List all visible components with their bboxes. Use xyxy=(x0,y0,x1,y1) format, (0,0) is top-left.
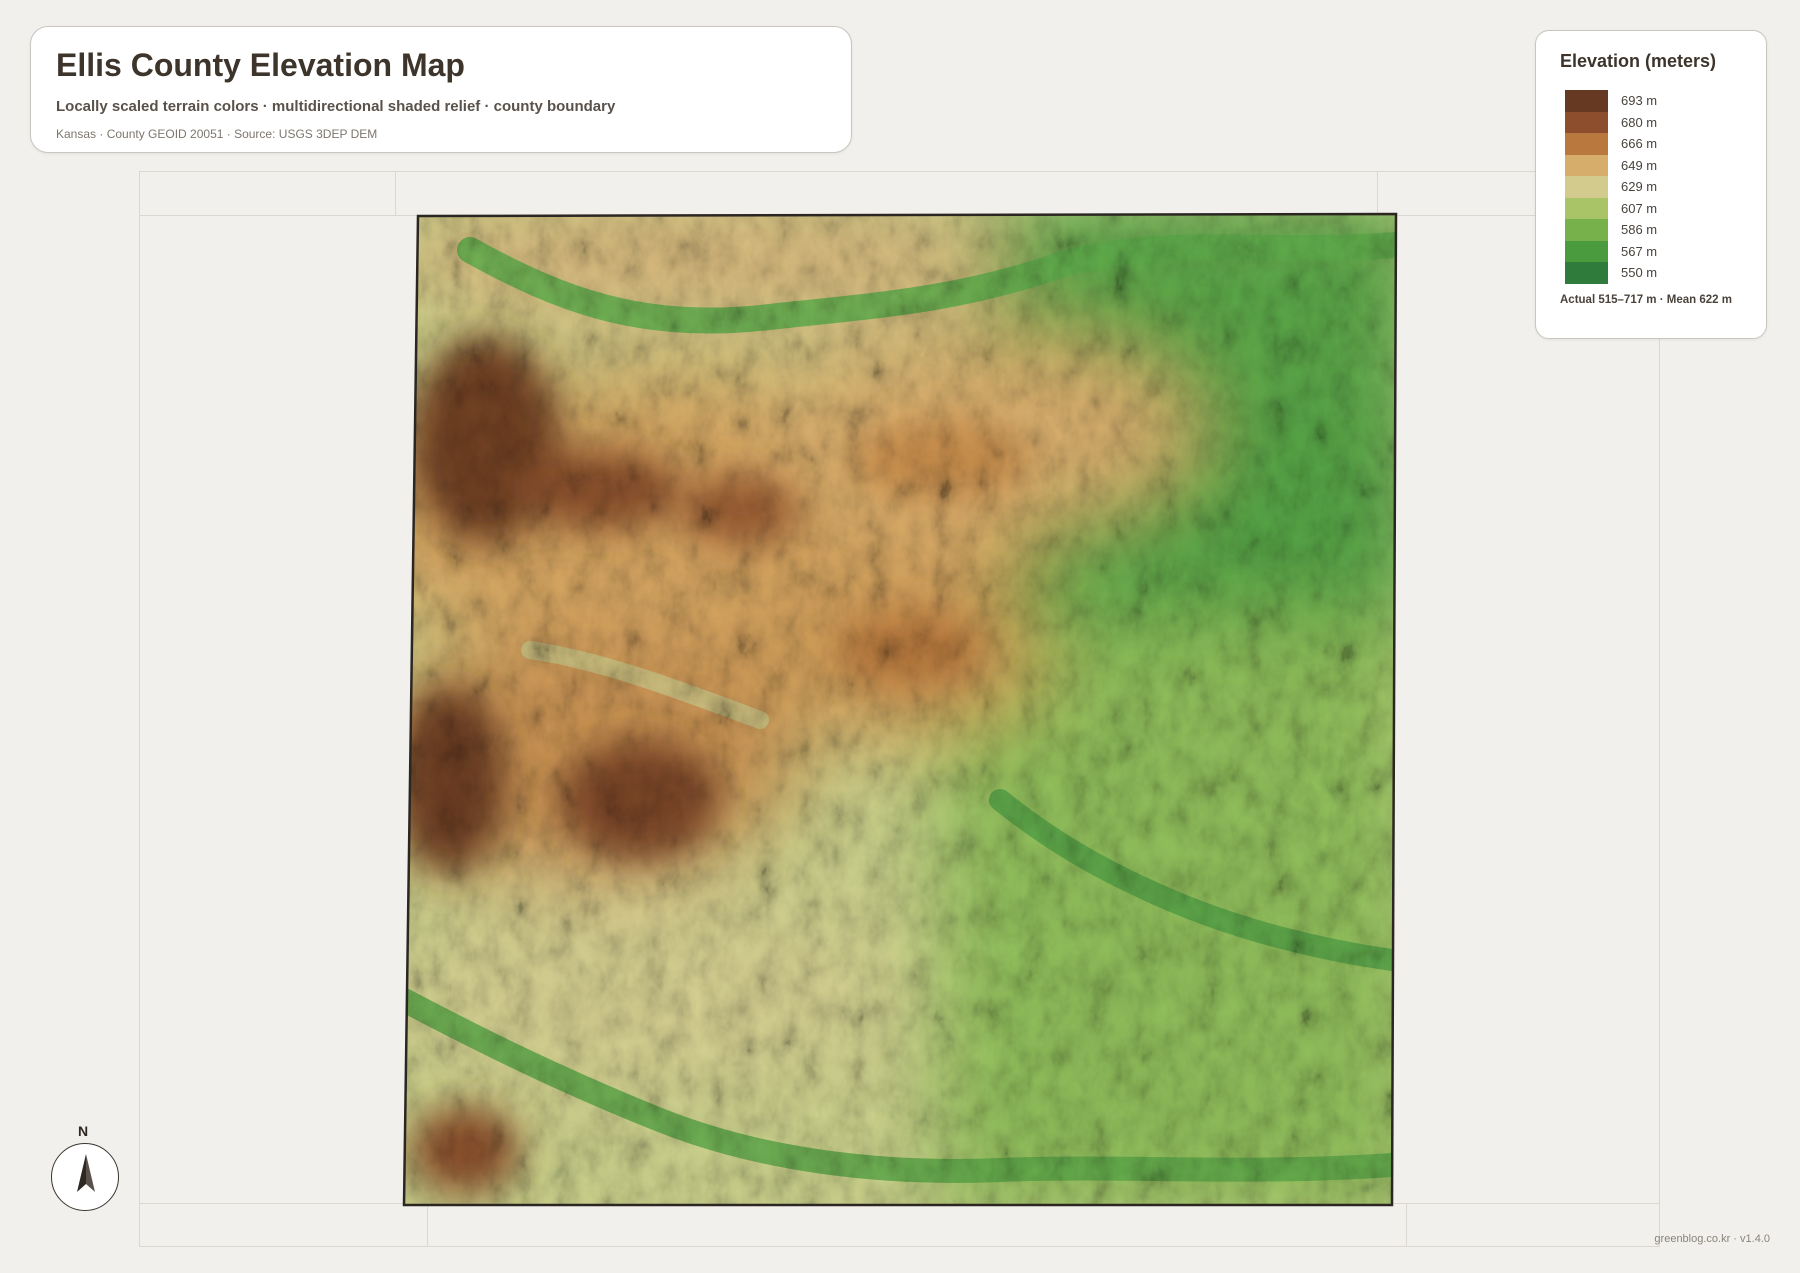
title-card: Ellis County Elevation Map Locally scale… xyxy=(30,26,852,153)
map-source: Kansas · County GEOID 20051 · Source: US… xyxy=(56,127,378,141)
legend-title: Elevation (meters) xyxy=(1560,51,1717,71)
footer-credit: greenblog.co.kr · v1.4.0 xyxy=(1654,1233,1770,1245)
legend-label: 550 m xyxy=(1621,265,1658,280)
legend-label: 693 m xyxy=(1621,93,1658,108)
map-title: Ellis County Elevation Map xyxy=(56,47,465,83)
legend-stats: Actual 515–717 m · Mean 622 m xyxy=(1560,294,1732,306)
elevation-map xyxy=(402,212,1398,1207)
legend-label: 649 m xyxy=(1621,157,1658,173)
legend-swatch xyxy=(1565,240,1608,262)
map-page: Ellis County Elevation Map Locally scale… xyxy=(0,0,1800,1273)
legend-swatch xyxy=(1565,176,1608,198)
legend-swatch xyxy=(1565,111,1608,133)
legend-label: 607 m xyxy=(1621,200,1658,216)
north-label: N xyxy=(78,1123,89,1139)
legend-swatch xyxy=(1565,262,1608,284)
legend-label: 666 m xyxy=(1621,136,1658,151)
legend-label: 586 m xyxy=(1621,222,1658,237)
legend-swatch xyxy=(1565,133,1608,155)
legend-card: Elevation (meters) 693 m 680 m 666 m 649 m 6… xyxy=(1535,30,1767,339)
legend-label: 629 m xyxy=(1621,179,1658,194)
legend-swatch xyxy=(1565,154,1608,176)
legend-swatch xyxy=(1565,90,1608,112)
north-arrow-icon xyxy=(51,1143,119,1211)
terrain-surface xyxy=(404,214,1396,1205)
legend-label: 567 m xyxy=(1621,243,1658,259)
legend-swatch xyxy=(1565,197,1608,219)
map-subtitle: Locally scaled terrain colors · multidir… xyxy=(56,98,616,115)
legend-swatch xyxy=(1565,219,1608,241)
legend-label: 680 m xyxy=(1621,114,1658,130)
